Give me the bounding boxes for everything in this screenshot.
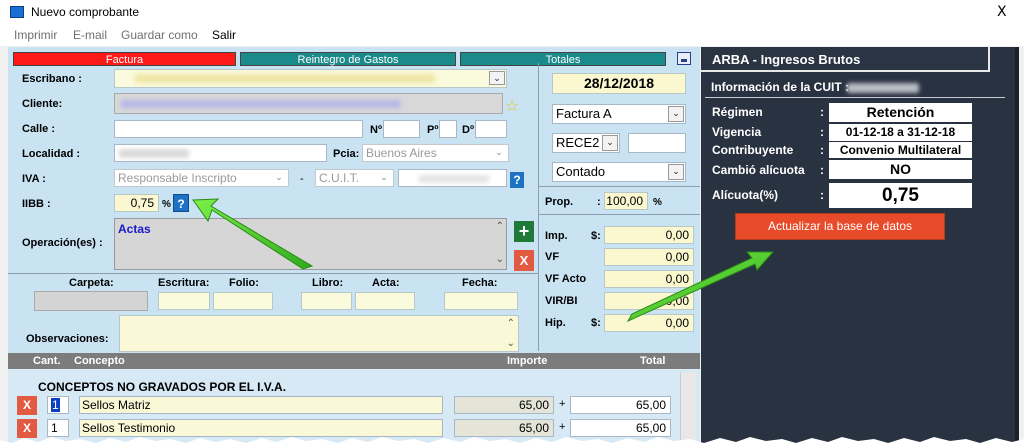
- arrow-to-update-button-icon: [626, 251, 775, 323]
- window: Nuevo comprobante X Imprimir E-mail Guar…: [0, 0, 1024, 447]
- annotation-arrows: [192, 198, 775, 323]
- arrow-to-iibb-icon: [192, 198, 314, 270]
- torn-edge: [0, 437, 1024, 447]
